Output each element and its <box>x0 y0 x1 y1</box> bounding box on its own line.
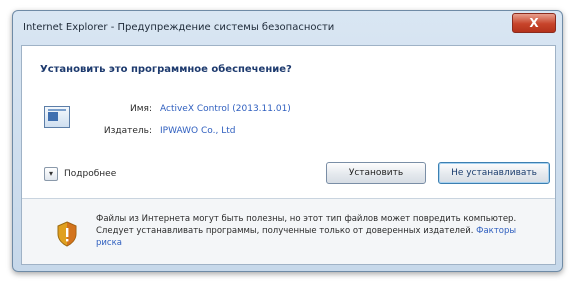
publisher-value[interactable]: IPWAWO Co., Ltd <box>160 126 235 136</box>
window-title: Internet Explorer - Предупреждение систе… <box>23 22 335 33</box>
dont-install-button[interactable]: Не устанавливать <box>438 162 550 184</box>
warning-text: Файлы из Интернета могут быть полезны, н… <box>96 213 536 249</box>
details-toggle[interactable]: ▾ Подробнее <box>44 166 116 182</box>
close-button[interactable]: X <box>512 13 556 33</box>
install-button[interactable]: Установить <box>326 162 426 184</box>
install-question: Установить это программное обеспечение? <box>40 64 292 75</box>
program-icon <box>44 106 70 128</box>
name-value[interactable]: ActiveX Control (2013.11.01) <box>160 104 291 114</box>
chevron-down-icon[interactable]: ▾ <box>44 167 58 181</box>
warning-area: Файлы из Интернета могут быть полезны, н… <box>22 199 555 264</box>
name-label: Имя: <box>130 104 152 114</box>
warning-message: Файлы из Интернета могут быть полезны, н… <box>96 214 517 236</box>
title-bar[interactable]: Internet Explorer - Предупреждение систе… <box>13 11 562 45</box>
security-warning-dialog: Internet Explorer - Предупреждение систе… <box>12 10 563 272</box>
details-label[interactable]: Подробнее <box>64 169 116 179</box>
dialog-content: Установить это программное обеспечение? … <box>21 45 556 265</box>
shield-warning-icon <box>57 221 77 247</box>
publisher-label: Издатель: <box>103 126 152 136</box>
